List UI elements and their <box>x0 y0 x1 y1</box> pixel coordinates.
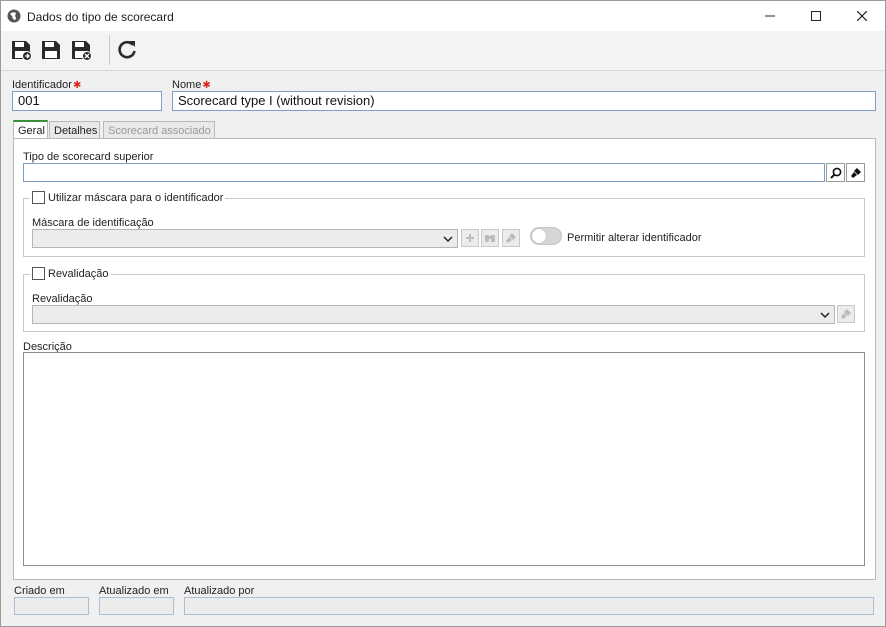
window-title: Dados do tipo de scorecard <box>27 10 174 24</box>
save-button[interactable] <box>39 38 63 62</box>
save-new-button[interactable] <box>9 38 33 62</box>
eraser-icon <box>850 167 861 178</box>
toolbar-separator <box>109 35 110 65</box>
name-input[interactable]: Scorecard type I (without revision) <box>172 91 876 111</box>
maximize-button[interactable] <box>793 1 839 31</box>
view-mask-button <box>481 229 499 247</box>
revalidation-legend: Revalidação <box>30 267 111 280</box>
toggle-knob <box>532 229 546 243</box>
updated-input <box>99 597 174 615</box>
save-close-button[interactable] <box>69 38 93 62</box>
required-icon: ✱ <box>72 80 82 91</box>
name-label-text: Nome <box>172 79 202 91</box>
mask-label: Máscara de identificação <box>32 217 154 229</box>
refresh-button[interactable] <box>115 38 139 62</box>
clear-revalidation-button <box>837 305 855 323</box>
identifier-input[interactable]: 001 <box>12 91 162 111</box>
eraser-icon <box>841 309 851 319</box>
revalidation-check-label: Revalidação <box>48 267 109 280</box>
minimize-icon <box>765 15 775 17</box>
use-mask-legend: Utilizar máscara para o identificador <box>30 191 226 204</box>
identifier-label: Identificador✱ <box>12 79 81 91</box>
plus-icon <box>466 234 474 242</box>
chevron-down-icon <box>820 312 830 319</box>
search-button[interactable] <box>826 163 845 182</box>
maximize-icon <box>811 11 821 21</box>
chevron-down-icon <box>443 236 453 243</box>
parent-type-label: Tipo de scorecard superior <box>23 151 154 163</box>
close-button[interactable] <box>839 1 885 31</box>
binoculars-icon <box>485 235 495 242</box>
created-input <box>14 597 89 615</box>
mask-select <box>32 229 458 248</box>
required-icon: ✱ <box>202 80 211 91</box>
save-new-icon <box>12 41 32 61</box>
minimize-button[interactable] <box>747 1 793 31</box>
tab-geral[interactable]: Geral <box>13 120 48 139</box>
search-icon <box>829 167 841 179</box>
revalidation-checkbox[interactable] <box>32 267 45 280</box>
clear-mask-button <box>502 229 520 247</box>
close-icon <box>857 11 867 21</box>
allow-change-label: Permitir alterar identificador <box>567 232 702 244</box>
mask-fieldset: Utilizar máscara para o identificador Má… <box>23 191 865 257</box>
clear-button[interactable] <box>846 163 865 182</box>
use-mask-checkbox[interactable] <box>32 191 45 204</box>
allow-change-toggle[interactable] <box>530 227 562 245</box>
app-icon <box>7 9 21 23</box>
name-label: Nome✱ <box>172 79 211 91</box>
eraser-icon <box>506 233 516 243</box>
use-mask-label: Utilizar máscara para o identificador <box>48 191 224 204</box>
dialog-window: Dados do tipo de scorecard Identificador… <box>0 0 886 627</box>
revalidation-select <box>32 305 835 324</box>
revalidation-label: Revalidação <box>32 293 93 305</box>
revalidation-fieldset: Revalidação Revalidação <box>23 267 865 332</box>
tab-panel-geral: Tipo de scorecard superior Utilizar másc… <box>13 138 876 580</box>
add-mask-button <box>461 229 479 247</box>
tab-detalhes[interactable]: Detalhes <box>49 121 100 139</box>
description-textarea[interactable] <box>23 352 865 566</box>
title-bar: Dados do tipo de scorecard <box>1 1 885 31</box>
toolbar <box>1 31 885 71</box>
save-icon <box>42 41 60 59</box>
updated-by-input <box>184 597 874 615</box>
created-label: Criado em <box>14 585 65 597</box>
tab-scorecard-associado: Scorecard associado <box>103 121 215 139</box>
updated-by-label: Atualizado por <box>184 585 255 597</box>
parent-type-input[interactable] <box>23 163 825 182</box>
save-close-icon <box>72 41 92 61</box>
identifier-label-text: Identificador <box>12 79 72 91</box>
refresh-icon <box>118 40 136 59</box>
updated-label: Atualizado em <box>99 585 169 597</box>
